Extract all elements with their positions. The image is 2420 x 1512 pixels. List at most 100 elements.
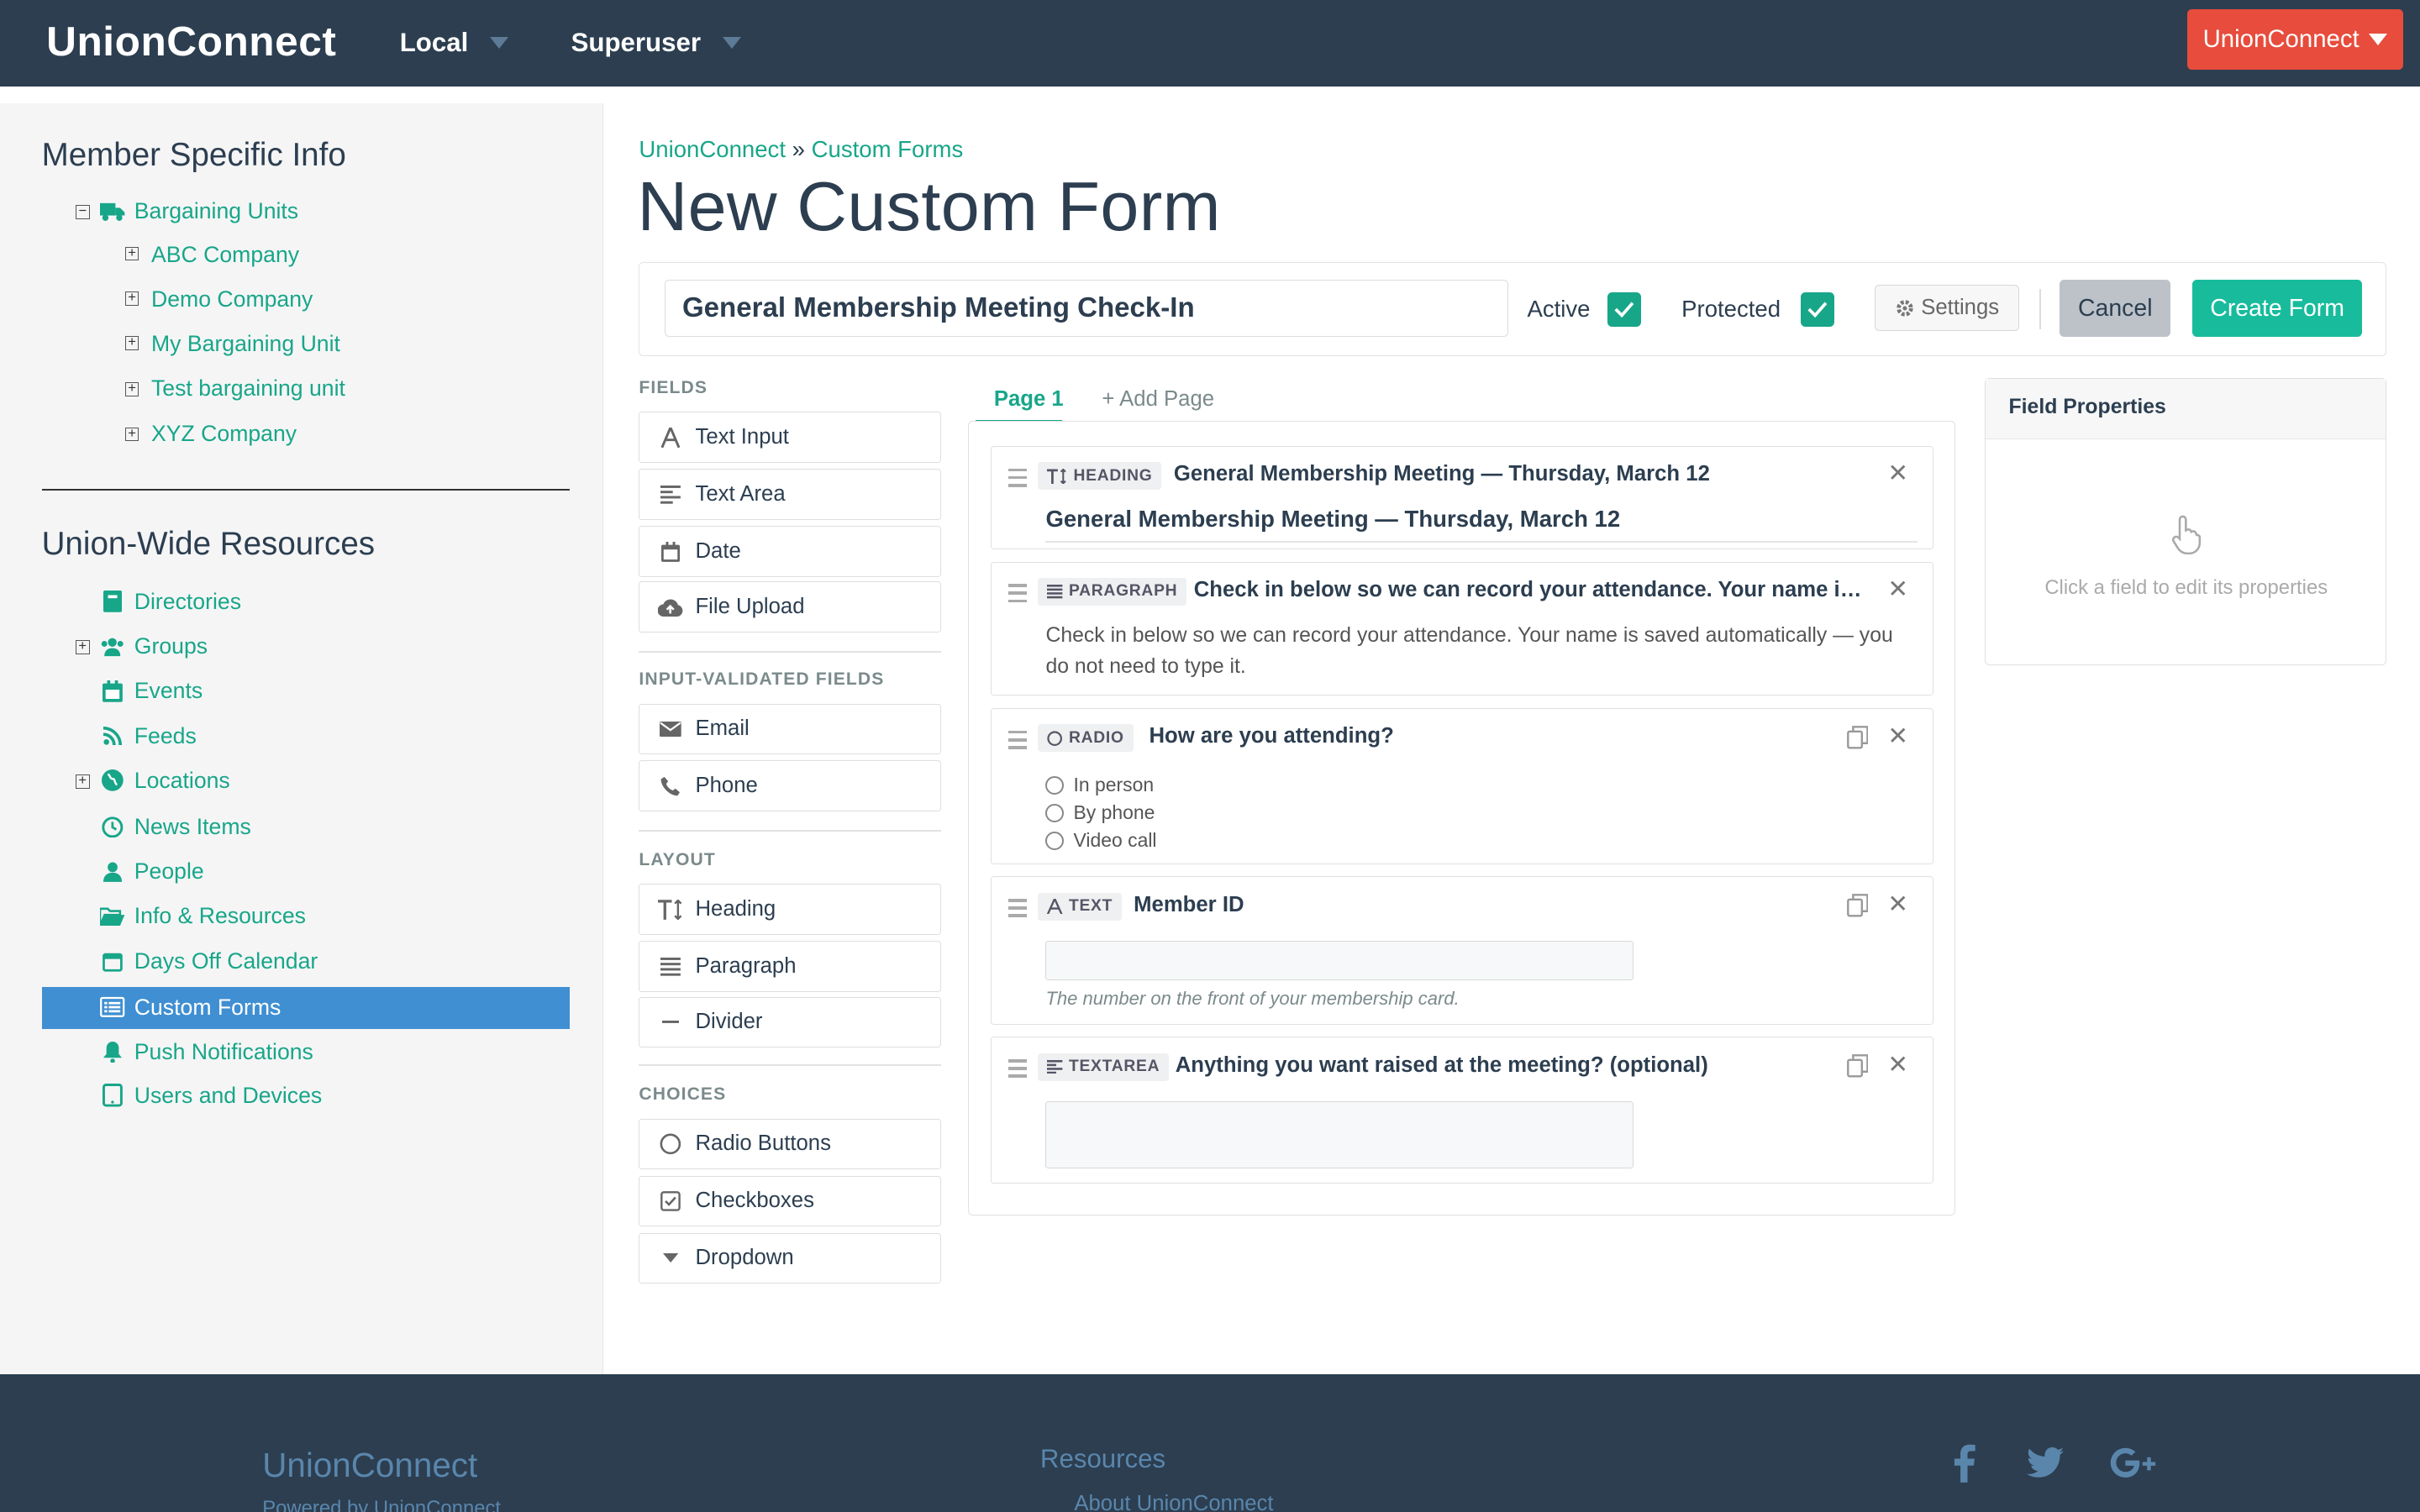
expand-toggle[interactable]: +: [124, 381, 139, 396]
sidebar-item-feeds[interactable]: Feeds: [100, 719, 197, 753]
minus-icon: [658, 1020, 682, 1024]
calendar-outline-icon: [100, 949, 124, 974]
canvas-field-text[interactable]: TEXT Member ID ✕ The number on the front…: [991, 876, 1934, 1025]
copy-icon[interactable]: [1846, 1054, 1869, 1078]
palette-text-input[interactable]: Text Input: [639, 412, 942, 463]
expand-toggle[interactable]: +: [75, 773, 90, 789]
font-icon: [658, 427, 682, 448]
canvas-field-textarea[interactable]: TEXTAREA Anything you want raised at the…: [991, 1037, 1934, 1184]
close-icon[interactable]: ✕: [1887, 1050, 1908, 1079]
superuser-menu[interactable]: Superuser: [571, 28, 741, 58]
sidebar-item-locations[interactable]: Locations: [100, 764, 230, 797]
account-menu-button[interactable]: UnionConnect: [2186, 9, 2403, 70]
google-plus-icon[interactable]: [2110, 1447, 2160, 1478]
expand-toggle[interactable]: +: [75, 638, 90, 654]
sidebar-unit-demo[interactable]: Demo Company: [151, 282, 313, 316]
sidebar-item-custom-forms[interactable]: Custom Forms: [100, 990, 281, 1024]
caret-down-icon: [658, 1253, 682, 1263]
drag-handle-icon[interactable]: [1008, 584, 1028, 607]
palette-text-area[interactable]: Text Area: [639, 469, 942, 520]
expand-toggle[interactable]: +: [124, 245, 139, 261]
sidebar-item-bargaining-units[interactable]: Bargaining Units: [100, 194, 298, 228]
expand-toggle[interactable]: +: [124, 290, 139, 306]
active-label: Active: [1527, 295, 1591, 322]
member-id-input-preview[interactable]: [1045, 940, 1634, 981]
local-menu[interactable]: Local: [400, 28, 508, 58]
radio-circle: [1045, 831, 1065, 850]
sidebar-item-days-off[interactable]: Days Off Calendar: [100, 944, 318, 978]
sidebar-item-info-resources[interactable]: Info & Resources: [100, 900, 306, 933]
pointer-hand-icon: [2170, 515, 2202, 555]
textarea-preview[interactable]: [1045, 1100, 1634, 1169]
footer-powered-by[interactable]: Powered by UnionConnect: [262, 1497, 501, 1512]
canvas-field-radio[interactable]: RADIO How are you attending? ✕ In person…: [991, 708, 1934, 864]
copy-icon[interactable]: [1846, 894, 1869, 917]
sidebar-unit-my[interactable]: My Bargaining Unit: [151, 327, 340, 360]
globe-icon: [100, 769, 124, 793]
palette-phone[interactable]: Phone: [639, 760, 942, 812]
sidebar-item-groups[interactable]: Groups: [100, 629, 208, 663]
close-icon[interactable]: ✕: [1887, 890, 1908, 919]
sidebar-unit-abc[interactable]: ABC Company: [151, 238, 299, 271]
check-square-icon: [658, 1191, 682, 1211]
drag-handle-icon[interactable]: [1008, 730, 1028, 754]
palette-email[interactable]: Email: [639, 703, 942, 755]
sidebar-item-directories[interactable]: Directories: [100, 585, 241, 618]
palette-divider-item[interactable]: Divider: [639, 996, 942, 1048]
breadcrumb-root-link[interactable]: UnionConnect: [639, 136, 786, 162]
cancel-button[interactable]: Cancel: [2060, 280, 2171, 338]
sidebar-unit-test[interactable]: Test bargaining unit: [151, 372, 345, 406]
tablet-icon: [100, 1083, 124, 1107]
protected-checkbox[interactable]: [1800, 292, 1834, 327]
heading-preview: General Membership Meeting — Thursday, M…: [1045, 505, 1621, 532]
footer-brand[interactable]: UnionConnect: [262, 1446, 477, 1485]
palette-radio-buttons[interactable]: Radio Buttons: [639, 1118, 942, 1170]
palette-divider: [639, 830, 942, 832]
field-label: Anything you want raised at the meeting?…: [1175, 1053, 1708, 1077]
breadcrumb: UnionConnect » Custom Forms: [639, 135, 964, 162]
copy-icon[interactable]: [1846, 726, 1869, 749]
palette-date[interactable]: Date: [639, 526, 942, 577]
drag-handle-icon[interactable]: [1008, 898, 1028, 922]
drag-handle-icon[interactable]: [1008, 1058, 1028, 1083]
page-title: New Custom Form: [637, 167, 1221, 246]
palette-heading[interactable]: Heading: [639, 884, 942, 936]
add-page-button[interactable]: + Add Page: [1102, 387, 1214, 412]
field-label: Check in below so we can record your att…: [1193, 577, 1867, 601]
breadcrumb-current-link[interactable]: Custom Forms: [812, 136, 964, 162]
create-form-button[interactable]: Create Form: [2192, 280, 2363, 338]
text-height-icon: [1047, 468, 1067, 484]
drag-handle-icon[interactable]: [1008, 468, 1028, 492]
sidebar-item-push-notifications[interactable]: Push Notifications: [100, 1035, 313, 1068]
canvas-field-paragraph[interactable]: PARAGRAPH Check in below so we can recor…: [991, 561, 1934, 696]
radio-circle: [1045, 803, 1065, 822]
close-icon[interactable]: ✕: [1887, 459, 1908, 488]
expand-toggle[interactable]: +: [124, 426, 139, 442]
tab-page-1[interactable]: Page 1: [994, 387, 1064, 412]
sidebar-item-events[interactable]: Events: [100, 675, 203, 708]
palette-checkboxes[interactable]: Checkboxes: [639, 1175, 942, 1227]
sidebar-item-users-devices[interactable]: Users and Devices: [100, 1079, 322, 1112]
brand-logo[interactable]: UnionConnect: [46, 17, 336, 66]
collapse-toggle[interactable]: −: [75, 204, 90, 219]
canvas-field-heading[interactable]: HEADING General Membership Meeting — Thu…: [991, 445, 1934, 549]
form-name-input[interactable]: [664, 280, 1509, 338]
palette-dropdown[interactable]: Dropdown: [639, 1232, 942, 1284]
settings-button[interactable]: Settings: [1874, 284, 2020, 332]
field-properties-panel: Field Properties Click a field to edit i…: [1984, 377, 2386, 665]
sidebar-unit-xyz[interactable]: XYZ Company: [151, 417, 297, 450]
list-alt-icon: [100, 995, 125, 1020]
palette-file-upload[interactable]: File Upload: [639, 581, 942, 633]
footer-about-link[interactable]: About UnionConnect: [1074, 1492, 1273, 1512]
expand-toggle[interactable]: +: [124, 335, 139, 350]
active-checkbox[interactable]: [1607, 292, 1642, 327]
twitter-icon[interactable]: [2026, 1446, 2064, 1478]
palette-paragraph[interactable]: Paragraph: [639, 941, 942, 992]
sidebar-item-people[interactable]: People: [100, 855, 204, 889]
clock-icon: [100, 815, 124, 839]
close-icon[interactable]: ✕: [1887, 722, 1908, 751]
field-label: Member ID: [1134, 892, 1244, 916]
facebook-icon[interactable]: [1954, 1444, 1975, 1483]
close-icon[interactable]: ✕: [1887, 575, 1908, 604]
sidebar-item-news[interactable]: News Items: [100, 810, 251, 843]
